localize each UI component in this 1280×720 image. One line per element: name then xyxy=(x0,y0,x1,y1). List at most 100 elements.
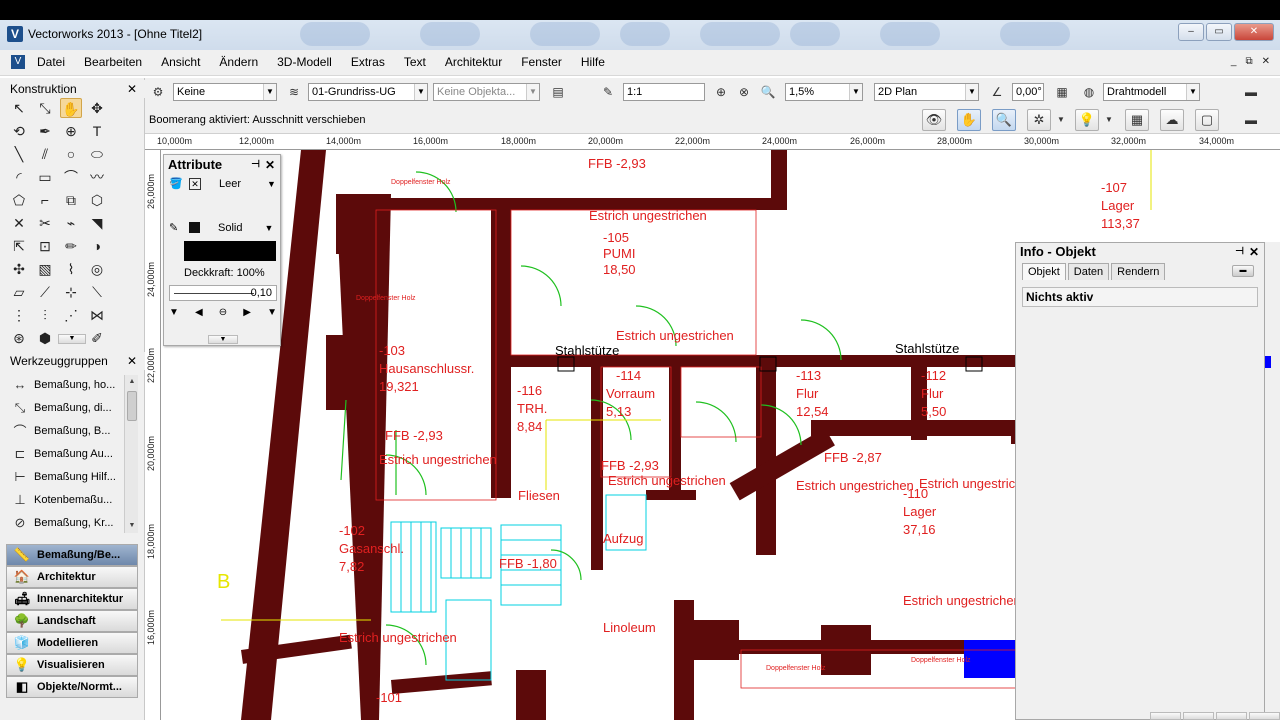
move-by-points-icon[interactable]: ⇱ xyxy=(8,236,30,256)
doc-restore-button[interactable]: ⧉ xyxy=(1245,56,1252,67)
arrow-left-icon[interactable]: ◀ xyxy=(195,307,203,318)
oval-tool-icon[interactable]: ⬭ xyxy=(86,144,108,164)
zoom-select[interactable]: 1,5% ▼ xyxy=(785,83,863,101)
attribute-header[interactable]: Attribute ⊣ ✕ xyxy=(164,155,280,175)
sheet-icon[interactable]: ▤ xyxy=(549,83,567,101)
object-select[interactable]: Keine Objekta... ▼ xyxy=(433,83,540,101)
angle-field[interactable]: 0,00° xyxy=(1012,83,1044,101)
close-button[interactable]: ✕ xyxy=(1234,23,1274,41)
menu-extras[interactable]: Extras xyxy=(351,55,385,69)
arrow-right-icon[interactable]: ▶ xyxy=(243,307,251,318)
konstruktion-close-icon[interactable]: ✕ xyxy=(127,80,137,98)
info-pin-icon[interactable]: ⊣ xyxy=(1235,243,1244,261)
attribute-mapping-icon[interactable]: ✏ xyxy=(60,236,82,256)
werkzeuggruppen-close-icon[interactable]: ✕ xyxy=(127,352,137,370)
list-item[interactable]: ↔ Bemaßung, ho... xyxy=(6,373,124,396)
scale-field[interactable]: 1:1 xyxy=(623,83,705,101)
attribute-expand-icon[interactable]: ▼ xyxy=(208,335,238,344)
menu-3d-modell[interactable]: 3D-Modell xyxy=(277,55,332,69)
locus-tool-icon[interactable]: ✣ xyxy=(8,259,30,279)
eyedropper-tool-icon[interactable]: ✒ xyxy=(34,121,56,141)
group-modellieren[interactable]: 🧊 Modellieren xyxy=(6,632,138,654)
line-color-bar[interactable] xyxy=(184,241,276,261)
scroll-down-icon[interactable]: ▼ xyxy=(125,519,139,533)
selection-tool-icon[interactable]: ↖ xyxy=(8,98,30,118)
zoom-tool-icon[interactable]: ⊕ xyxy=(60,121,82,141)
flyover-tool-icon[interactable]: ✥ xyxy=(86,98,108,118)
spiral-tool-icon[interactable]: ◎ xyxy=(86,259,108,279)
render-mode-select[interactable]: Drahtmodell ▼ xyxy=(1103,83,1200,101)
fan-tool-icon[interactable]: ⋰ xyxy=(60,305,82,325)
fill-dropdown-icon[interactable]: ▼ xyxy=(267,179,276,189)
tool-set-scrollbar[interactable]: ▲ ▼ xyxy=(124,375,138,533)
menu-architektur[interactable]: Architektur xyxy=(445,55,502,69)
saved-views-icon[interactable]: ☁ xyxy=(1160,109,1184,131)
list-item[interactable]: ⊏ Bemaßung Au... xyxy=(6,442,124,465)
toolbar2-more-icon[interactable]: ▬ xyxy=(1238,111,1264,129)
line-dropdown-icon[interactable]: ▼ xyxy=(264,223,273,233)
line-width-slider[interactable]: 0,10 xyxy=(169,285,277,301)
menu-ansicht[interactable]: Ansicht xyxy=(161,55,200,69)
list-item[interactable]: ⊘ Bemaßung, Kr... xyxy=(6,511,124,534)
menu-aendern[interactable]: Ändern xyxy=(219,55,258,69)
snap-point-tool-icon[interactable]: ⊹ xyxy=(60,282,82,302)
freehand-tool-icon[interactable]: 〰 xyxy=(86,167,108,187)
projection-icon[interactable]: ▦ xyxy=(1053,83,1071,101)
grid-icon[interactable]: ▦ xyxy=(1125,109,1149,131)
menu-bearbeiten[interactable]: Bearbeiten xyxy=(84,55,142,69)
pin-icon[interactable]: ⊣ xyxy=(251,155,260,175)
scroll-thumb[interactable] xyxy=(127,391,137,421)
ruler-vertical[interactable]: 26,000m 24,000m 22,000m 20,000m 18,000m … xyxy=(145,150,161,720)
info-header[interactable]: Info - Objekt ⊣ ✕ xyxy=(1016,243,1264,261)
mirror-tool-icon[interactable]: ⬡ xyxy=(86,190,108,210)
bottom-tab[interactable] xyxy=(1216,712,1247,720)
link-icon[interactable]: ⊖ xyxy=(219,307,227,318)
layer-options-icon[interactable]: ≋ xyxy=(285,83,303,101)
pencil-tool-icon[interactable]: ✐ xyxy=(86,328,108,348)
corner-tool-icon[interactable]: ⟋ xyxy=(34,282,56,302)
class-select[interactable]: Keine ▼ xyxy=(173,83,277,101)
group-landschaft[interactable]: 🌳 Landschaft xyxy=(6,610,138,632)
view-select[interactable]: 2D Plan ▼ xyxy=(874,83,979,101)
tab-rendern[interactable]: Rendern xyxy=(1111,263,1166,280)
page-icon[interactable]: ▢ xyxy=(1195,109,1219,131)
visibility-tool-icon[interactable]: ◑ xyxy=(86,236,108,256)
info-close-icon[interactable]: ✕ xyxy=(1249,243,1259,261)
class-options-icon[interactable]: ⚙ xyxy=(149,83,167,101)
stipple-tool-icon[interactable]: ⋮ xyxy=(8,305,30,325)
fill-row[interactable]: 🪣 ✕ Leer ▼ xyxy=(169,177,276,190)
render-icon[interactable]: ◍ xyxy=(1080,83,1098,101)
menu-text[interactable]: Text xyxy=(404,55,426,69)
pan-icon[interactable]: ✋ xyxy=(957,109,981,131)
circle-tool-icon[interactable]: ○ xyxy=(60,144,82,164)
zoom-icon[interactable]: 🔍 xyxy=(759,83,777,101)
2d-reshape-tool-icon[interactable]: ⤡ xyxy=(34,98,56,118)
doc-close-button[interactable]: ✕ xyxy=(1262,56,1270,67)
wall-tool-icon[interactable]: ⫶ xyxy=(34,305,56,325)
eraser-tool-icon[interactable]: ▱ xyxy=(8,282,30,302)
marker-start-dropdown-icon[interactable]: ▼ xyxy=(169,307,179,318)
reshape-tool-icon[interactable]: ⌇ xyxy=(60,259,82,279)
rectangle-tool-icon[interactable]: ▭ xyxy=(34,167,56,187)
polygon-tool-icon[interactable]: ⬠ xyxy=(8,190,30,210)
pan-tool-icon[interactable]: ✋ xyxy=(60,98,82,118)
werkzeuggruppen-header[interactable]: Werkzeuggruppen ✕ xyxy=(0,352,145,370)
hexagon-tool-icon[interactable]: ⬢ xyxy=(34,328,56,348)
zoom-objects-icon[interactable]: ⊗ xyxy=(735,83,753,101)
text-tool-icon[interactable]: T xyxy=(86,121,108,141)
zoom-fit-icon[interactable]: ⊕ xyxy=(712,83,730,101)
window-titlebar[interactable]: V Vectorworks 2013 - [Ohne Titel2] – ▭ ✕ xyxy=(0,0,1280,50)
group-architektur[interactable]: 🏠 Architektur xyxy=(6,566,138,588)
trim-tool-icon[interactable]: ✕ xyxy=(8,213,30,233)
attribute-close-icon[interactable]: ✕ xyxy=(265,155,275,175)
light-icon[interactable]: 💡 xyxy=(1075,109,1099,131)
tab-daten[interactable]: Daten xyxy=(1067,263,1110,280)
rotate-tool-icon[interactable]: ⟲ xyxy=(8,121,30,141)
line-tool-icon[interactable]: ╲ xyxy=(8,144,30,164)
snap-settings-icon[interactable]: ✲ xyxy=(1027,109,1051,131)
light-dropdown-icon[interactable]: ▼ xyxy=(1100,111,1118,129)
konstruktion-header[interactable]: Konstruktion ✕ xyxy=(0,80,145,98)
layer-select[interactable]: 01-Grundriss-UG ▼ xyxy=(308,83,428,101)
info-options-icon[interactable]: ▬ xyxy=(1232,265,1254,277)
minimize-button[interactable]: – xyxy=(1178,23,1204,41)
